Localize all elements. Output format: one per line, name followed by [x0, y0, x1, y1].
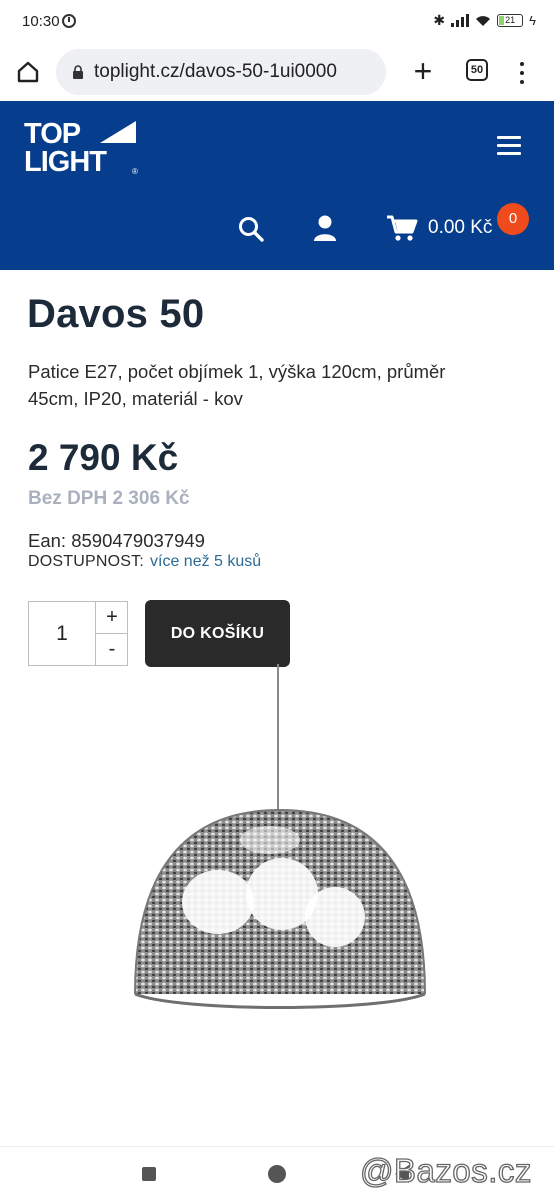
- android-nav-bar: @Bazos.cz: [0, 1146, 554, 1200]
- cart-icon[interactable]: [386, 214, 418, 242]
- bazos-watermark: @Bazos.cz: [359, 1151, 532, 1189]
- new-tab-icon[interactable]: +: [408, 54, 438, 90]
- product-price-net: Bez DPH 2 306 Kč: [28, 488, 190, 509]
- product-title: Davos 50: [27, 292, 205, 336]
- status-time: 10:30: [22, 13, 60, 30]
- lock-icon: [72, 65, 84, 79]
- site-logo[interactable]: TOP LIGHT ®: [24, 119, 144, 179]
- status-bar: 10:30 ✱ 21 ϟ: [0, 0, 554, 44]
- wifi-icon: [475, 15, 491, 27]
- menu-dots-icon[interactable]: [514, 58, 530, 88]
- quantity-input[interactable]: 1: [29, 602, 95, 665]
- url-text[interactable]: toplight.cz/davos-50-1ui0000: [94, 61, 337, 83]
- availability: DOSTUPNOST: více než 5 kusů: [28, 553, 261, 571]
- product-price: 2 790 Kč: [28, 437, 179, 478]
- home-icon[interactable]: [14, 58, 42, 86]
- user-icon[interactable]: [312, 214, 338, 242]
- browser-toolbar: toplight.cz/davos-50-1ui0000 + 50: [0, 44, 554, 101]
- cart-count-badge: 0: [497, 203, 529, 235]
- availability-value[interactable]: více než 5 kusů: [150, 553, 261, 570]
- signal-icon: [451, 14, 470, 27]
- hamburger-icon[interactable]: [497, 136, 523, 158]
- add-to-cart-button[interactable]: DO KOŠÍKU: [145, 600, 290, 667]
- charging-icon: ϟ: [529, 13, 536, 28]
- cart-total[interactable]: 0.00 Kč: [428, 217, 492, 239]
- logo-line-top: TOP: [24, 118, 81, 150]
- quantity-stepper: 1 + -: [28, 601, 128, 666]
- address-bar[interactable]: toplight.cz/davos-50-1ui0000: [56, 49, 386, 95]
- product-ean: Ean: 8590479037949: [28, 530, 205, 551]
- logo-line-light: LIGHT: [24, 146, 107, 178]
- battery-level: 21: [505, 15, 516, 25]
- home-circle-icon[interactable]: [268, 1165, 286, 1183]
- quantity-increase-button[interactable]: +: [95, 602, 128, 634]
- bluetooth-icon: ✱: [433, 12, 446, 28]
- status-icons: ✱ 21 ϟ: [433, 12, 536, 29]
- logo-registered: ®: [132, 167, 138, 176]
- quantity-decrease-button[interactable]: -: [95, 634, 128, 665]
- tabs-icon[interactable]: 50: [466, 59, 488, 81]
- logo-wedge-icon: [100, 121, 136, 143]
- site-header: TOP LIGHT ® 0.00 Kč 0: [0, 101, 554, 270]
- search-icon[interactable]: [237, 215, 265, 243]
- battery-icon: 21: [497, 14, 524, 27]
- product-description: Patice E27, počet objímek 1, výška 120cm…: [28, 361, 446, 409]
- availability-label: DOSTUPNOST:: [28, 553, 144, 570]
- product-image: [134, 664, 426, 1009]
- alarm-icon: [62, 14, 76, 28]
- recents-square-icon[interactable]: [142, 1167, 156, 1181]
